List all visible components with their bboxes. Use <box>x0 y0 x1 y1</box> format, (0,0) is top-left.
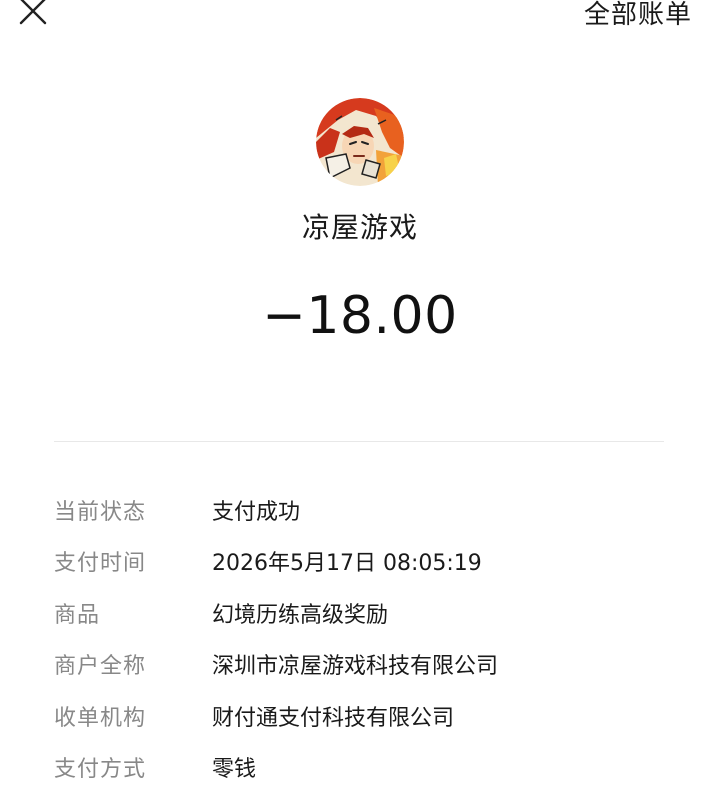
divider <box>54 441 664 442</box>
all-bills-link[interactable]: 全部账单 <box>584 0 692 31</box>
detail-value: 财付通支付科技有限公司 <box>212 700 454 732</box>
detail-row-merchant-full-name: 商户全称 深圳市凉屋游戏科技有限公司 <box>54 639 674 691</box>
merchant-avatar <box>316 98 404 186</box>
detail-value: 深圳市凉屋游戏科技有限公司 <box>212 648 498 680</box>
detail-value: 支付成功 <box>212 494 300 526</box>
detail-label: 商户全称 <box>54 648 212 680</box>
detail-label: 当前状态 <box>54 494 212 526</box>
detail-label: 收单机构 <box>54 700 212 732</box>
detail-row-payment-time: 支付时间 2026年5月17日 08:05:19 <box>54 536 674 588</box>
detail-value: 幻境历练高级奖励 <box>212 597 388 629</box>
detail-row-product: 商品 幻境历练高级奖励 <box>54 587 674 639</box>
close-button[interactable] <box>18 0 48 26</box>
detail-label: 支付时间 <box>54 545 212 577</box>
detail-row-status: 当前状态 支付成功 <box>54 484 674 536</box>
merchant-name: 凉屋游戏 <box>0 206 720 246</box>
detail-label: 商品 <box>54 597 212 629</box>
detail-label: 支付方式 <box>54 751 212 783</box>
transaction-amount: −18.00 <box>0 286 720 346</box>
detail-row-payment-method: 支付方式 零钱 <box>54 742 674 793</box>
detail-row-acquirer: 收单机构 财付通支付科技有限公司 <box>54 690 674 742</box>
detail-value: 2026年5月17日 08:05:19 <box>212 545 482 577</box>
close-icon <box>18 0 48 26</box>
transaction-details: 当前状态 支付成功 支付时间 2026年5月17日 08:05:19 商品 幻境… <box>54 484 674 793</box>
detail-value: 零钱 <box>212 751 256 783</box>
